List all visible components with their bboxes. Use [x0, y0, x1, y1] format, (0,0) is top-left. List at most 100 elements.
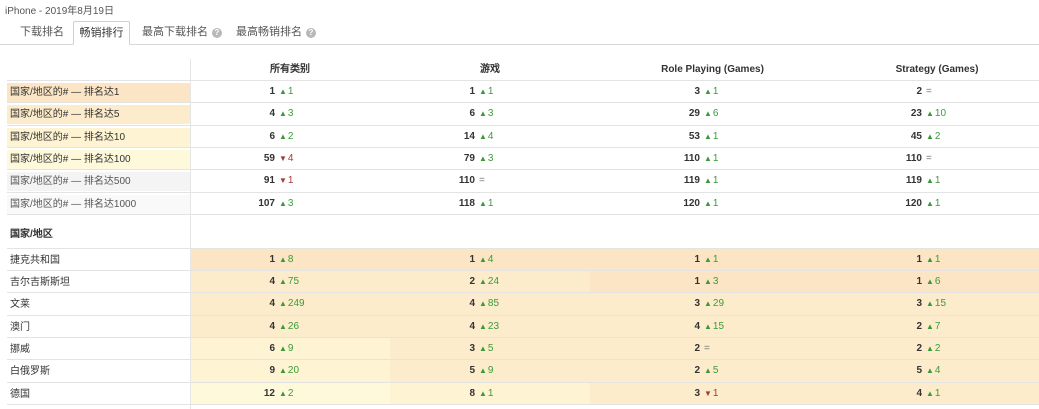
country-label[interactable]: 吉尔吉斯斯坦 [7, 273, 190, 292]
rank-cell[interactable]: 79 [415, 148, 475, 170]
rank-cell[interactable]: 118 [415, 193, 475, 215]
column-header-games[interactable]: 游戏 [390, 59, 590, 81]
rank-cell[interactable]: 110 [415, 170, 475, 192]
rank-change-delta: 4 [487, 130, 494, 142]
rank-change-value: ▲29 [704, 293, 724, 315]
rank-cell[interactable]: 110 [862, 148, 922, 170]
rank-change: ▲2 [275, 126, 325, 148]
rank-cell[interactable]: 8 [415, 383, 475, 405]
arrow-up-icon: ▲ [926, 299, 934, 309]
rank-cell[interactable]: 1 [215, 81, 275, 103]
rank-cell[interactable]: 4 [415, 293, 475, 315]
rank-cell[interactable]: 2 [862, 81, 922, 103]
rank-cell[interactable]: 107 [215, 193, 275, 215]
arrow-up-icon: ▲ [926, 366, 934, 376]
rank-cell[interactable]: 3 [640, 293, 700, 315]
row-divider [7, 213, 1039, 215]
column-header-strategy[interactable]: Strategy (Games) [835, 59, 1039, 81]
rank-cell[interactable]: 5 [415, 360, 475, 382]
rank-cell[interactable]: 1 [862, 271, 922, 293]
rank-cell[interactable]: 6 [215, 338, 275, 360]
rank-change-value: ▲1 [926, 193, 940, 215]
rank-change-delta: 15 [934, 298, 947, 310]
arrow-up-icon: ▲ [279, 388, 287, 398]
rank-change-delta: 8 [287, 253, 294, 265]
column-header-all[interactable]: 所有类别 [190, 59, 390, 81]
rank-cell[interactable]: 4 [215, 103, 275, 125]
rank-cell[interactable]: 29 [640, 103, 700, 125]
rank-cell[interactable]: 45 [862, 126, 922, 148]
rank-cell[interactable]: 120 [862, 193, 922, 215]
rank-cell[interactable]: 4 [215, 316, 275, 338]
rank-change: ▲29 [700, 293, 750, 315]
rank-change-delta: = [926, 152, 932, 164]
country-label[interactable]: 德国 [7, 385, 190, 404]
arrow-down-icon: ▼ [279, 153, 287, 163]
country-label[interactable]: 挪威 [7, 340, 190, 359]
rank-cell[interactable]: 3 [415, 338, 475, 360]
rank-change: ▲6 [700, 103, 750, 125]
rank-cell[interactable]: 1 [862, 249, 922, 271]
rank-cell[interactable]: 3 [640, 81, 700, 103]
rank-value: 110 [905, 152, 922, 164]
rank-cell[interactable]: 5 [862, 360, 922, 382]
country-label[interactable]: 文莱 [7, 295, 190, 314]
rank-cell[interactable]: 119 [862, 170, 922, 192]
rank-cell[interactable]: 59 [215, 148, 275, 170]
rank-cell[interactable]: 1 [640, 249, 700, 271]
help-icon[interactable]: ? [212, 28, 222, 38]
rank-change: = [475, 170, 525, 192]
rank-change-value: ▼1 [704, 383, 718, 405]
tab-top-grossing[interactable]: 最高畅销排名? [234, 21, 316, 45]
rank-change-value: ▲3 [279, 103, 293, 125]
rank-cell[interactable]: 110 [640, 148, 700, 170]
rank-cell[interactable]: 6 [415, 103, 475, 125]
section-header: 国家/地区 [0, 223, 1039, 245]
rank-cell[interactable]: 4 [215, 271, 275, 293]
rank-change-delta: 1 [934, 175, 941, 187]
rank-cell[interactable]: 2 [640, 338, 700, 360]
rank-cell[interactable]: 1 [215, 249, 275, 271]
rank-cell[interactable]: 4 [640, 316, 700, 338]
rank-cell[interactable]: 120 [640, 193, 700, 215]
rank-cell[interactable]: 1 [415, 249, 475, 271]
rank-cell[interactable]: 53 [640, 126, 700, 148]
rank-cell[interactable]: 3 [862, 293, 922, 315]
rank-cell[interactable]: 4 [415, 316, 475, 338]
rank-cell[interactable]: 2 [862, 338, 922, 360]
rank-cell[interactable]: 1 [415, 81, 475, 103]
rank-cell[interactable]: 4 [862, 383, 922, 405]
arrow-up-icon: ▲ [926, 344, 934, 353]
country-label[interactable]: 澳门 [7, 318, 190, 337]
rank-cell[interactable]: 119 [640, 170, 700, 192]
rank-cell[interactable]: 4 [215, 293, 275, 315]
rank-cell[interactable]: 23 [862, 103, 922, 125]
rank-change: ▲8 [275, 249, 325, 271]
rank-cell[interactable]: 1 [640, 271, 700, 293]
rank-cell[interactable]: 12 [215, 383, 275, 405]
threshold-row: 国家/地区的# — 排名达5 4 ▲3 6 ▲3 29 ▲6 23 ▲10 [0, 103, 1039, 125]
rank-cell[interactable]: 14 [415, 126, 475, 148]
rank-cell[interactable]: 3 [640, 383, 700, 405]
country-label[interactable]: 白俄罗斯 [7, 362, 190, 381]
rank-cell[interactable]: 6 [215, 126, 275, 148]
rank-change-value: ▲6 [704, 103, 718, 125]
arrow-up-icon: ▲ [479, 87, 487, 96]
help-icon[interactable]: ? [306, 28, 316, 38]
rank-cell[interactable]: 91 [215, 170, 275, 192]
arrow-up-icon: ▲ [279, 254, 287, 264]
rank-cell[interactable]: 9 [215, 360, 275, 382]
rank-change-delta: 7 [934, 320, 941, 332]
rank-change: ▲24 [475, 271, 525, 293]
tab-top-downloads[interactable]: 最高下载排名? [140, 21, 222, 45]
rank-change-value: ▲5 [704, 360, 718, 382]
page-title: iPhone - 2019年8月19日 [5, 6, 114, 17]
rank-change-delta: 10 [934, 108, 947, 120]
country-label[interactable]: 捷克共和国 [7, 251, 190, 270]
tab-downloads[interactable]: 下载排名 [18, 21, 68, 45]
rank-cell[interactable]: 2 [862, 316, 922, 338]
tab-grossing[interactable]: 畅销排行 [73, 21, 130, 45]
rank-cell[interactable]: 2 [415, 271, 475, 293]
column-header-role-playing[interactable]: Role Playing (Games) [590, 59, 835, 81]
rank-cell[interactable]: 2 [640, 360, 700, 382]
